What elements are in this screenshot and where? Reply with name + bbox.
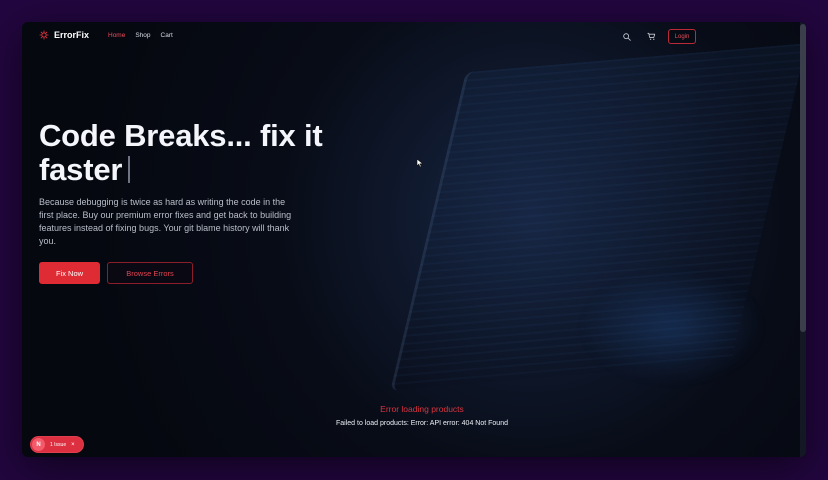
typing-cursor	[128, 156, 131, 183]
hero-title: Code Breaks... fix it faster	[39, 119, 369, 187]
product-error-panel: Error loading products Failed to load pr…	[272, 404, 572, 427]
hero-title-line-2: faster	[39, 153, 369, 187]
hero-section: Code Breaks... fix it faster Because deb…	[39, 119, 369, 284]
top-navigation: ErrorFix Home Shop Cart Login	[22, 22, 800, 52]
nav-link-home[interactable]: Home	[108, 32, 125, 39]
nav-link-shop[interactable]: Shop	[135, 32, 150, 39]
hero-title-word: faster	[39, 152, 123, 187]
cart-icon[interactable]	[644, 30, 658, 44]
browse-errors-button[interactable]: Browse Errors	[107, 262, 193, 284]
hero-title-line-1: Code Breaks... fix it	[39, 118, 323, 153]
app-window: ErrorFix Home Shop Cart Login Code Break…	[22, 22, 806, 457]
close-icon[interactable]: ×	[71, 442, 75, 448]
background-glow	[582, 272, 762, 382]
error-title: Error loading products	[380, 404, 464, 414]
mouse-pointer-icon	[416, 158, 424, 168]
hero-description: Because debugging is twice as hard as wr…	[39, 197, 292, 246]
brand-name: ErrorFix	[54, 30, 90, 40]
nav-actions: Login	[620, 29, 696, 44]
bug-icon	[39, 30, 49, 40]
hero-actions: Fix Now Browse Errors	[39, 262, 369, 284]
brand[interactable]: ErrorFix	[39, 30, 89, 40]
error-message: Failed to load products: Error: API erro…	[336, 420, 508, 427]
nav-link-cart[interactable]: Cart	[161, 32, 173, 39]
issues-pill[interactable]: N 1 Issue ×	[30, 436, 84, 453]
issue-count: 1 Issue	[50, 441, 67, 448]
main-nav: Home Shop Cart	[108, 32, 173, 39]
login-button[interactable]: Login	[668, 29, 696, 44]
search-icon[interactable]	[620, 30, 634, 44]
issue-badge: N	[32, 438, 45, 451]
fix-now-button[interactable]: Fix Now	[39, 262, 100, 284]
scrollbar-thumb[interactable]	[800, 24, 806, 332]
vertical-scrollbar[interactable]	[800, 22, 806, 457]
